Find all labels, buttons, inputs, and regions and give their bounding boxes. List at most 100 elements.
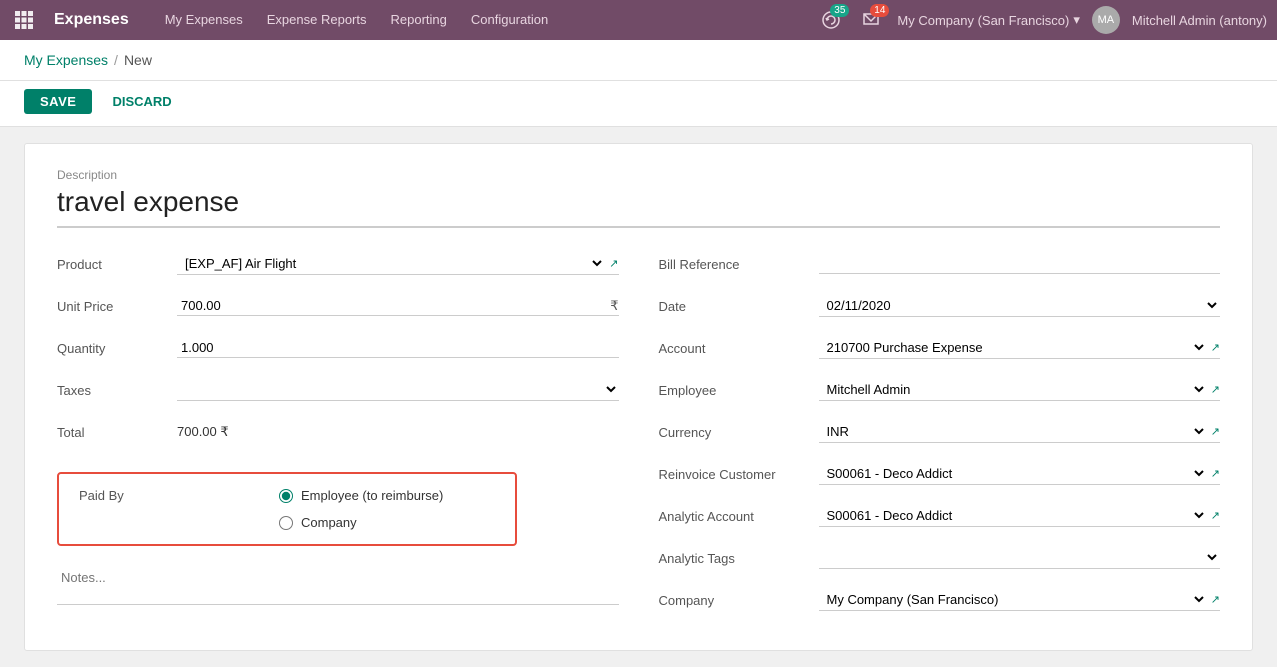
analytic-tags-select-wrapper bbox=[819, 547, 1221, 569]
taxes-select[interactable] bbox=[177, 379, 619, 400]
notes-section bbox=[57, 566, 619, 608]
bill-reference-value bbox=[819, 254, 1221, 274]
bill-reference-input[interactable] bbox=[819, 254, 1221, 274]
date-label: Date bbox=[659, 299, 819, 314]
topnav-right: 35 14 My Company (San Francisco) ▾ MA Mi… bbox=[817, 6, 1267, 34]
account-ext-link-icon[interactable]: ↗ bbox=[1211, 341, 1220, 354]
unit-price-input[interactable] bbox=[177, 296, 610, 315]
reinvoice-select-wrapper: S00061 - Deco Addict ↗ bbox=[819, 463, 1221, 485]
currency-ext-link-icon[interactable]: ↗ bbox=[1211, 425, 1220, 438]
currency-select[interactable]: INR bbox=[819, 421, 1207, 442]
analytic-account-select[interactable]: S00061 - Deco Addict bbox=[819, 505, 1207, 526]
analytic-tags-row: Analytic Tags bbox=[659, 542, 1221, 574]
date-value: 02/11/2020 bbox=[819, 295, 1221, 317]
breadcrumb-current: New bbox=[124, 52, 152, 68]
product-select[interactable]: [EXP_AF] Air Flight bbox=[177, 253, 605, 274]
bill-reference-row: Bill Reference bbox=[659, 248, 1221, 280]
employee-row: Employee Mitchell Admin ↗ bbox=[659, 374, 1221, 406]
paid-by-employee-radio[interactable] bbox=[279, 489, 293, 503]
action-bar: SAVE DISCARD bbox=[0, 81, 1277, 127]
company-label: Company bbox=[659, 593, 819, 608]
taxes-select-wrapper bbox=[177, 379, 619, 401]
currency-symbol: ₹ bbox=[610, 298, 618, 314]
quantity-label: Quantity bbox=[57, 341, 177, 356]
employee-ext-link-icon[interactable]: ↗ bbox=[1211, 383, 1220, 396]
breadcrumb-parent[interactable]: My Expenses bbox=[24, 52, 108, 68]
currency-select-wrapper: INR ↗ bbox=[819, 421, 1221, 443]
quantity-row: Quantity bbox=[57, 332, 619, 364]
analytic-account-ext-link-icon[interactable]: ↗ bbox=[1211, 509, 1220, 522]
bill-reference-label: Bill Reference bbox=[659, 257, 819, 272]
analytic-tags-select[interactable] bbox=[819, 547, 1221, 568]
currency-value: INR ↗ bbox=[819, 421, 1221, 443]
description-label: Description bbox=[57, 168, 1220, 182]
company-ext-link-icon[interactable]: ↗ bbox=[1211, 593, 1220, 606]
notes-input[interactable] bbox=[57, 566, 619, 605]
quantity-input[interactable] bbox=[177, 338, 619, 358]
date-select[interactable]: 02/11/2020 bbox=[819, 295, 1221, 316]
reinvoice-ext-link-icon[interactable]: ↗ bbox=[1211, 467, 1220, 480]
apps-menu-icon[interactable] bbox=[10, 6, 38, 34]
menu-expense-reports[interactable]: Expense Reports bbox=[255, 0, 379, 40]
product-select-wrapper: [EXP_AF] Air Flight ↗ bbox=[177, 253, 619, 275]
menu-reporting[interactable]: Reporting bbox=[379, 0, 459, 40]
unit-price-label: Unit Price bbox=[57, 299, 177, 314]
date-row: Date 02/11/2020 bbox=[659, 290, 1221, 322]
user-info[interactable]: Mitchell Admin (antony) bbox=[1132, 13, 1267, 28]
discard-button[interactable]: DISCARD bbox=[100, 89, 183, 114]
reinvoice-row: Reinvoice Customer S00061 - Deco Addict … bbox=[659, 458, 1221, 490]
main-form: Description travel expense Product [EXP_… bbox=[24, 143, 1253, 651]
paid-by-company-label: Company bbox=[301, 515, 357, 530]
employee-label: Employee bbox=[659, 383, 819, 398]
company-select[interactable]: My Company (San Francisco) bbox=[819, 589, 1207, 610]
main-menu: My Expenses Expense Reports Reporting Co… bbox=[153, 0, 560, 40]
account-select[interactable]: 210700 Purchase Expense bbox=[819, 337, 1207, 358]
right-section: Bill Reference Date 02/11/2020 Ac bbox=[659, 248, 1221, 626]
left-section: Product [EXP_AF] Air Flight ↗ Unit Price bbox=[57, 248, 619, 626]
product-label: Product bbox=[57, 257, 177, 272]
analytic-account-value: S00061 - Deco Addict ↗ bbox=[819, 505, 1221, 527]
account-row: Account 210700 Purchase Expense ↗ bbox=[659, 332, 1221, 364]
form-grid: Product [EXP_AF] Air Flight ↗ Unit Price bbox=[57, 248, 1220, 626]
save-button[interactable]: SAVE bbox=[24, 89, 92, 114]
reinvoice-label: Reinvoice Customer bbox=[659, 467, 819, 482]
app-logo: Expenses bbox=[54, 11, 129, 29]
paid-by-company-radio[interactable] bbox=[279, 516, 293, 530]
description-title: travel expense bbox=[57, 186, 1220, 228]
breadcrumb: My Expenses / New bbox=[0, 40, 1277, 81]
analytic-tags-value bbox=[819, 547, 1221, 569]
company-selector[interactable]: My Company (San Francisco) ▾ bbox=[897, 12, 1079, 28]
top-navigation: Expenses My Expenses Expense Reports Rep… bbox=[0, 0, 1277, 40]
analytic-account-row: Analytic Account S00061 - Deco Addict ↗ bbox=[659, 500, 1221, 532]
product-value: [EXP_AF] Air Flight ↗ bbox=[177, 253, 619, 275]
menu-configuration[interactable]: Configuration bbox=[459, 0, 560, 40]
reinvoice-value: S00061 - Deco Addict ↗ bbox=[819, 463, 1221, 485]
total-row: Total 700.00 ₹ bbox=[57, 416, 619, 448]
taxes-value bbox=[177, 379, 619, 401]
reinvoice-select[interactable]: S00061 - Deco Addict bbox=[819, 463, 1207, 484]
paid-by-employee-option[interactable]: Employee (to reimburse) bbox=[279, 488, 443, 503]
employee-value: Mitchell Admin ↗ bbox=[819, 379, 1221, 401]
messages-button[interactable]: 14 bbox=[857, 6, 885, 34]
employee-select[interactable]: Mitchell Admin bbox=[819, 379, 1207, 400]
product-ext-link-icon[interactable]: ↗ bbox=[609, 257, 618, 270]
total-label: Total bbox=[57, 425, 177, 440]
paid-by-section: Paid By Employee (to reimburse) Company bbox=[57, 472, 517, 546]
total-value: 700.00 ₹ bbox=[177, 424, 619, 440]
company-select-wrapper: My Company (San Francisco) ↗ bbox=[819, 589, 1221, 611]
messages-badge: 14 bbox=[870, 4, 889, 17]
paid-by-company-option[interactable]: Company bbox=[279, 515, 443, 530]
quantity-value bbox=[177, 338, 619, 358]
unit-price-value: ₹ bbox=[177, 296, 619, 316]
account-select-wrapper: 210700 Purchase Expense ↗ bbox=[819, 337, 1221, 359]
breadcrumb-separator: / bbox=[114, 52, 118, 68]
currency-row: Currency INR ↗ bbox=[659, 416, 1221, 448]
updates-button[interactable]: 35 bbox=[817, 6, 845, 34]
analytic-account-label: Analytic Account bbox=[659, 509, 819, 524]
menu-my-expenses[interactable]: My Expenses bbox=[153, 0, 255, 40]
paid-by-label: Paid By bbox=[79, 488, 199, 503]
analytic-account-select-wrapper: S00061 - Deco Addict ↗ bbox=[819, 505, 1221, 527]
account-value: 210700 Purchase Expense ↗ bbox=[819, 337, 1221, 359]
user-avatar[interactable]: MA bbox=[1092, 6, 1120, 34]
taxes-label: Taxes bbox=[57, 383, 177, 398]
